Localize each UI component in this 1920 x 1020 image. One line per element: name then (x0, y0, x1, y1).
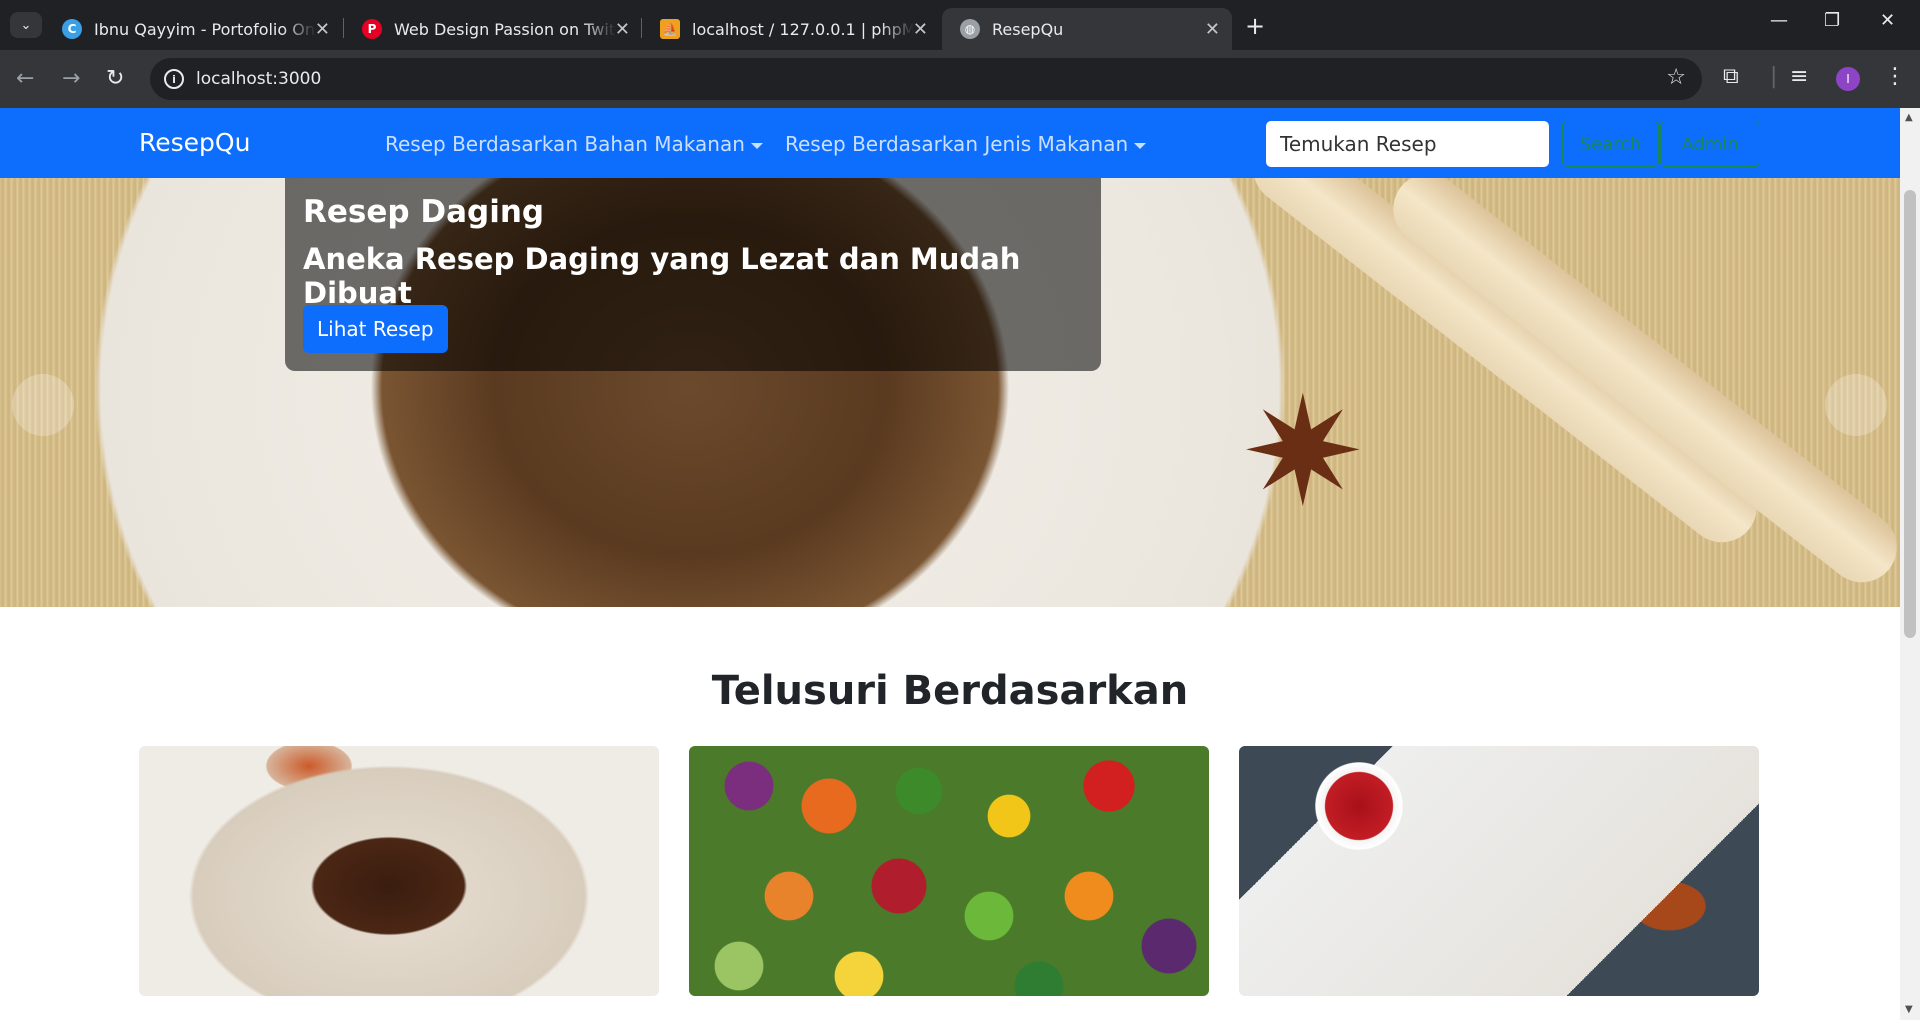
toolbar-divider: | (1770, 64, 1778, 89)
hero-carousel: ✷ Resep Daging Aneka Resep Daging yang L… (0, 178, 1900, 607)
category-card-image-chicken[interactable] (1239, 746, 1759, 996)
category-card-image-vegetables[interactable] (689, 746, 1209, 996)
close-icon[interactable]: ✕ (315, 19, 330, 40)
nav-dropdown-jenis[interactable]: Resep Berdasarkan Jenis Makanan (785, 132, 1147, 156)
admin-button[interactable]: Admin (1660, 121, 1760, 167)
browser-tab-3[interactable]: ⛵ localhost / 127.0.0.1 | phpMyAdmin ✕ (642, 8, 940, 50)
minimize-icon[interactable]: — (1770, 10, 1788, 31)
reload-icon[interactable]: ↻ (106, 66, 124, 91)
browser-tab-2[interactable]: P Web Design Passion on Twitter ✕ (344, 8, 642, 50)
carousel-prev-button[interactable] (12, 374, 74, 436)
brand-logo[interactable]: ResepQu (139, 128, 250, 157)
address-bar[interactable]: i localhost:3000 ☆ (150, 58, 1702, 100)
media-control-icon[interactable]: ≡ (1790, 64, 1808, 89)
restore-icon[interactable]: ❐ (1824, 10, 1840, 31)
browser-tab-bar: ⌄ C Ibnu Qayyim - Portofolio Online ✕ P … (0, 0, 1920, 50)
url-text[interactable]: localhost:3000 (196, 69, 321, 89)
tab-title: Ibnu Qayyim - Portofolio Online (94, 19, 316, 39)
tab-search-button[interactable]: ⌄ (10, 12, 42, 38)
tab-title: Web Design Passion on Twitter (394, 19, 616, 39)
phpmyadmin-icon: ⛵ (660, 19, 680, 39)
scroll-down-icon[interactable]: ▼ (1905, 1004, 1913, 1015)
search-button[interactable]: Search (1562, 121, 1659, 167)
view-recipe-button[interactable]: Lihat Resep (303, 305, 448, 353)
search-input[interactable] (1266, 121, 1549, 167)
bookmark-star-icon[interactable]: ☆ (1666, 65, 1686, 90)
caret-down-icon (1134, 142, 1147, 149)
carousel-next-button[interactable] (1825, 374, 1887, 436)
forward-icon[interactable]: → (62, 66, 80, 91)
globe-icon: ◍ (960, 19, 980, 39)
back-icon[interactable]: ← (16, 66, 34, 91)
close-window-icon[interactable]: ✕ (1880, 10, 1895, 31)
carousel-subtitle: Aneka Resep Daging yang Lezat dan Mudah … (303, 242, 1021, 310)
menu-kebab-icon[interactable]: ⋮ (1884, 64, 1906, 89)
nav-dropdown-label: Resep Berdasarkan Bahan Makanan (385, 132, 745, 156)
caret-down-icon (750, 142, 763, 149)
scroll-up-icon[interactable]: ▲ (1905, 112, 1913, 123)
extensions-icon[interactable]: ⧉ (1723, 64, 1739, 89)
scrollbar-thumb[interactable] (1904, 190, 1916, 638)
pinterest-icon: P (362, 19, 382, 39)
carousel-caption: Resep Daging Aneka Resep Daging yang Lez… (285, 178, 1101, 371)
close-icon[interactable]: ✕ (615, 19, 630, 40)
chopstick-image (1379, 178, 1900, 597)
close-icon[interactable]: ✕ (913, 19, 928, 40)
browse-section-title: Telusuri Berdasarkan (711, 668, 1189, 714)
close-icon[interactable]: ✕ (1205, 19, 1220, 40)
category-card-image-meat[interactable] (139, 746, 659, 996)
page-scrollbar[interactable]: ▲ ▼ (1900, 108, 1920, 1020)
nav-dropdown-label: Resep Berdasarkan Jenis Makanan (785, 132, 1129, 156)
browser-tab-4[interactable]: ◍ ResepQu ✕ (942, 8, 1232, 50)
star-anise-image: ✷ (1240, 366, 1366, 540)
tab-title: ResepQu (992, 19, 1064, 39)
tab-title: localhost / 127.0.0.1 | phpMyAdmin (692, 19, 914, 39)
nav-dropdown-bahan[interactable]: Resep Berdasarkan Bahan Makanan (385, 132, 763, 156)
browser-tab-1[interactable]: C Ibnu Qayyim - Portofolio Online ✕ (44, 8, 342, 50)
avatar[interactable]: I (1836, 67, 1860, 91)
canva-icon: C (62, 19, 82, 39)
new-tab-icon[interactable]: + (1245, 12, 1265, 40)
site-navbar: ResepQu Resep Berdasarkan Bahan Makanan … (0, 108, 1900, 178)
browser-toolbar: ← → ↻ i localhost:3000 ☆ ⧉ | ≡ ⋮ (0, 50, 1920, 108)
carousel-title: Resep Daging (303, 194, 545, 230)
site-info-icon[interactable]: i (164, 69, 184, 89)
